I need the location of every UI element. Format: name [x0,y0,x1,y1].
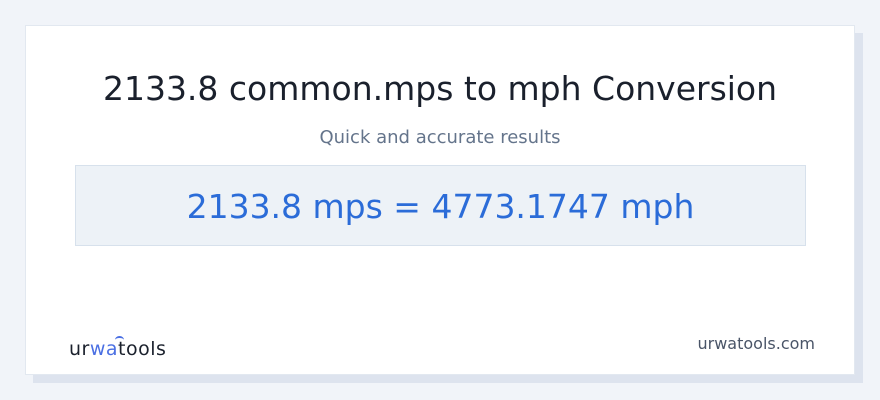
site-domain: urwatools.com [697,334,816,353]
logo-text-highlight: wa [89,338,119,360]
logo-text-suffix: tools [118,338,167,360]
conversion-result: 2133.8 mps = 4773.1747 mph [186,187,695,226]
page-subtitle: Quick and accurate results [319,127,561,148]
urwatools-logo[interactable]: urwatools [69,335,166,363]
logo-text-prefix: ur [69,338,90,360]
page-title: 2133.8 common.mps to mph Conversion [102,69,778,108]
wifi-signal-icon [115,336,124,344]
